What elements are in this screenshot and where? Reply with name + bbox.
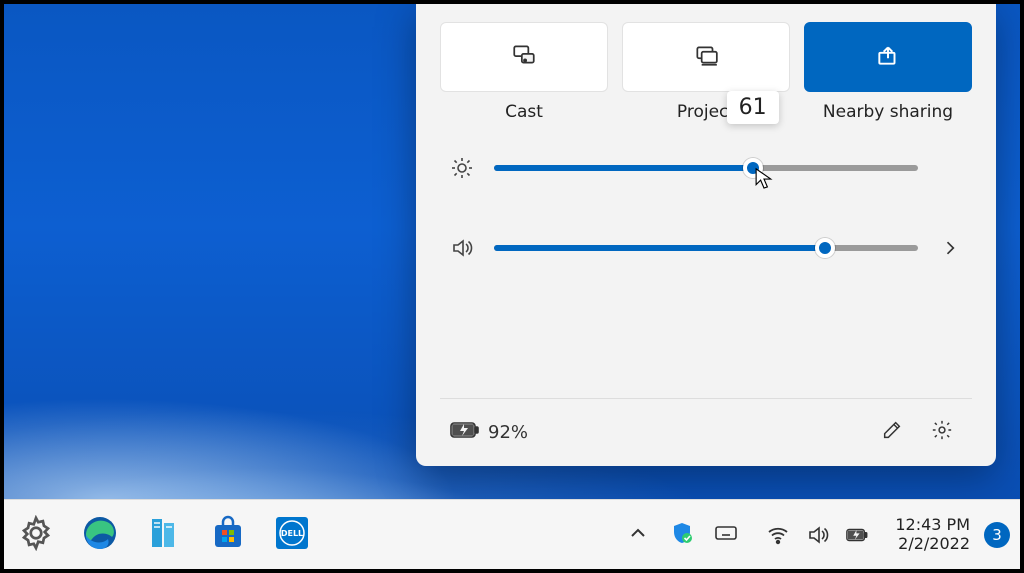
quick-settings-tiles — [440, 22, 972, 92]
brightness-slider[interactable]: 61 — [494, 165, 918, 171]
cast-icon — [511, 42, 537, 72]
brightness-tooltip: 61 — [727, 91, 779, 124]
project-tile[interactable] — [622, 22, 790, 92]
edit-quick-settings-button[interactable] — [872, 413, 912, 453]
volume-slider[interactable] — [494, 245, 918, 251]
taskbar-settings-app[interactable] — [14, 513, 58, 557]
cast-tile[interactable] — [440, 22, 608, 92]
taskbar-edge-app[interactable] — [78, 513, 122, 557]
system-tray-button[interactable] — [755, 516, 881, 554]
pencil-icon — [881, 419, 903, 446]
chevron-up-icon — [626, 521, 650, 549]
battery-tray-icon — [843, 520, 873, 550]
quick-settings-flyout: Cast Project Nearby sharing — [416, 4, 996, 466]
svg-text:DELL: DELL — [281, 529, 303, 538]
battery-icon — [450, 420, 480, 445]
clock-date: 2/2/2022 — [895, 535, 970, 553]
store-icon — [210, 515, 246, 555]
tray-security-icon[interactable] — [667, 520, 697, 550]
dell-icon: DELL — [274, 515, 310, 555]
keyboard-icon — [714, 521, 738, 549]
speaker-icon — [803, 520, 833, 550]
battery-percent-label: 92% — [488, 422, 528, 443]
gear-icon — [931, 419, 953, 446]
gear-icon — [18, 515, 54, 555]
server-icon — [146, 515, 182, 555]
volume-expand-button[interactable] — [936, 238, 964, 258]
cursor-arrow-icon — [755, 167, 773, 191]
volume-slider-row — [448, 236, 964, 260]
clock-time: 12:43 PM — [895, 516, 970, 534]
wifi-icon — [763, 520, 793, 550]
quick-settings-footer: 92% — [440, 398, 972, 466]
tray-overflow-button[interactable] — [623, 520, 653, 550]
nearby-sharing-tile[interactable] — [804, 22, 972, 92]
shield-icon — [670, 521, 694, 549]
tray-keyboard-button[interactable] — [711, 520, 741, 550]
battery-status-button[interactable]: 92% — [450, 420, 528, 445]
taskbar-store-app[interactable] — [206, 513, 250, 557]
settings-button[interactable] — [922, 413, 962, 453]
share-icon — [875, 42, 901, 72]
cast-label: Cast — [440, 102, 608, 122]
taskbar-clock[interactable]: 12:43 PM 2/2/2022 — [895, 516, 970, 553]
notification-count: 3 — [992, 526, 1002, 544]
brightness-icon — [448, 156, 476, 180]
taskbar-dell-app[interactable]: DELL — [270, 513, 314, 557]
nearby-sharing-label: Nearby sharing — [804, 102, 972, 122]
project-icon — [693, 42, 719, 72]
taskbar: DELL — [4, 499, 1020, 569]
brightness-slider-row: 61 — [448, 156, 964, 180]
volume-icon — [448, 236, 476, 260]
notification-badge[interactable]: 3 — [984, 522, 1010, 548]
taskbar-files-app[interactable] — [142, 513, 186, 557]
edge-icon — [82, 515, 118, 555]
